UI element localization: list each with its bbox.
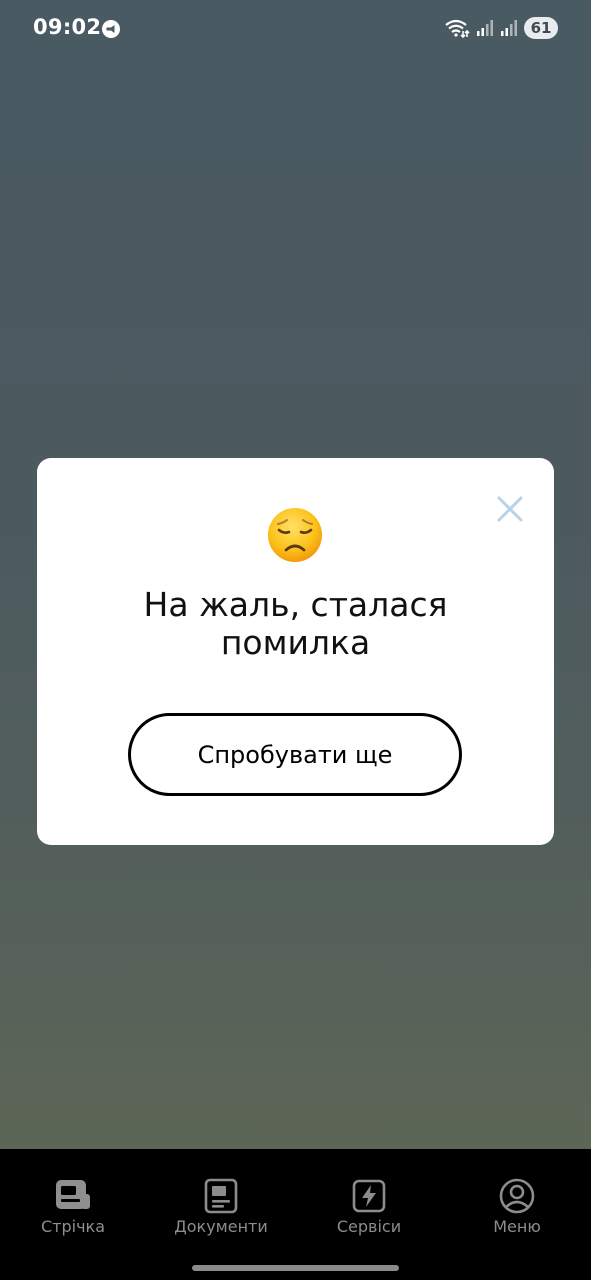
home-indicator[interactable] [192,1265,399,1271]
nav-item-documents[interactable]: Документи [151,1175,291,1245]
notification-icon [102,20,120,38]
services-icon [352,1179,386,1213]
nav-item-menu[interactable]: Меню [447,1175,587,1245]
feed-icon [56,1180,90,1209]
status-time: 09:02 [33,15,102,39]
nav-item-feed[interactable]: Стрічка [3,1175,143,1245]
nav-label-feed: Стрічка [40,1217,105,1236]
documents-icon [204,1178,238,1214]
status-bar: 09:02 61 [0,0,591,56]
wifi-icon [445,19,470,38]
retry-button-label: Спробувати ще [197,740,393,769]
nav-item-services[interactable]: Сервіси [299,1175,439,1245]
retry-button[interactable]: Спробувати ще [128,713,462,796]
signal-icon-2 [501,20,517,36]
nav-label-documents: Документи [174,1217,268,1236]
battery-icon: 61 [524,17,558,39]
bottom-navigation: Стрічка Документи Сервіси Меню [0,1149,591,1280]
nav-label-services: Сервіси [336,1217,402,1236]
profile-icon [499,1178,535,1214]
signal-icon [477,20,493,36]
nav-label-menu: Меню [493,1217,541,1236]
error-dialog: На жаль, сталася помилка Спробувати ще [37,458,554,845]
disappointed-face-icon [268,508,322,562]
close-icon[interactable] [495,494,525,524]
status-icons: 61 [444,17,558,39]
dialog-title: На жаль, сталася помилка [143,585,448,662]
